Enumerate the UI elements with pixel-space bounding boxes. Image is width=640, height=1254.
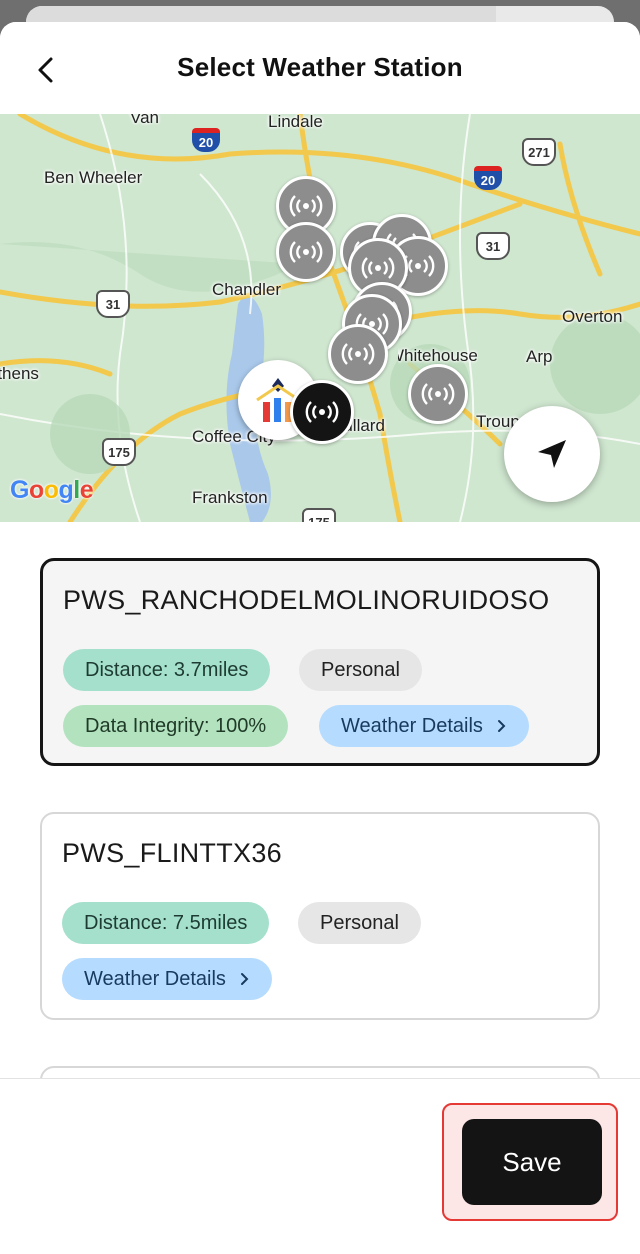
highway-shield: 31 xyxy=(96,290,130,318)
station-list: PWS_RANCHODELMOLINORUIDOSO Distance: 3.7… xyxy=(0,522,640,1078)
station-type-chip: Personal xyxy=(299,649,422,691)
navigation-arrow-icon xyxy=(538,440,566,468)
interstate-shield: 20 xyxy=(192,128,220,152)
google-logo: Google xyxy=(10,476,94,504)
weather-details-label: Weather Details xyxy=(341,714,483,737)
map-label: Chandler xyxy=(212,280,281,299)
broadcast-icon xyxy=(289,195,323,217)
broadcast-icon xyxy=(305,401,339,423)
map-label: Athens xyxy=(0,364,39,383)
data-integrity-chip: Data Integrity: 100% xyxy=(63,705,289,747)
map-label: Overton xyxy=(562,307,623,326)
header: Select Weather Station xyxy=(0,22,640,114)
map-view[interactable]: Van Lindale Ben Wheeler Chandler Overton… xyxy=(0,114,640,522)
map-label: Lindale xyxy=(268,114,323,131)
map-label: Frankston xyxy=(192,488,268,507)
broadcast-icon xyxy=(421,383,455,405)
map-label: Van xyxy=(130,114,159,127)
distance-chip: Distance: 7.5miles xyxy=(62,902,270,944)
weather-details-button[interactable]: Weather Details xyxy=(62,958,272,1000)
weather-details-label: Weather Details xyxy=(84,967,226,990)
highway-shield: 175 xyxy=(302,508,336,522)
map-label: Ben Wheeler xyxy=(44,168,143,187)
highway-shield: 31 xyxy=(476,232,510,260)
weather-details-button[interactable]: Weather Details xyxy=(319,705,529,747)
station-marker[interactable] xyxy=(408,364,468,424)
my-location-button[interactable] xyxy=(504,406,600,502)
broadcast-icon xyxy=(341,343,375,365)
interstate-shield: 20 xyxy=(474,166,502,190)
footer: Save xyxy=(0,1078,640,1254)
page-title: Select Weather Station xyxy=(177,52,463,82)
station-card[interactable]: PWS_RANCHODELMOLINORUIDOSO Distance: 3.7… xyxy=(40,558,600,766)
station-card[interactable] xyxy=(40,1066,600,1078)
broadcast-icon xyxy=(361,257,395,279)
map-label: Arp xyxy=(526,347,553,366)
station-picker-sheet: Select Weather Station Van Lindale Ben W… xyxy=(0,22,640,1254)
save-button[interactable]: Save xyxy=(462,1119,602,1205)
highway-shield: 271 xyxy=(522,138,556,166)
station-type-chip: Personal xyxy=(298,902,421,944)
station-name: PWS_FLINTTX36 xyxy=(62,838,282,868)
chevron-right-icon xyxy=(497,719,507,733)
selected-station-marker[interactable] xyxy=(290,380,354,444)
map-label: Whitehouse xyxy=(388,346,478,365)
highway-shield: 175 xyxy=(102,438,136,466)
station-card[interactable]: PWS_FLINTTX36 Distance: 7.5miles Persona… xyxy=(40,812,600,1020)
chevron-right-icon xyxy=(240,972,250,986)
station-marker[interactable] xyxy=(328,324,388,384)
broadcast-icon xyxy=(289,241,323,263)
station-name: PWS_RANCHODELMOLINORUIDOSO xyxy=(63,585,550,615)
distance-chip: Distance: 3.7miles xyxy=(63,649,271,691)
station-marker[interactable] xyxy=(276,222,336,282)
